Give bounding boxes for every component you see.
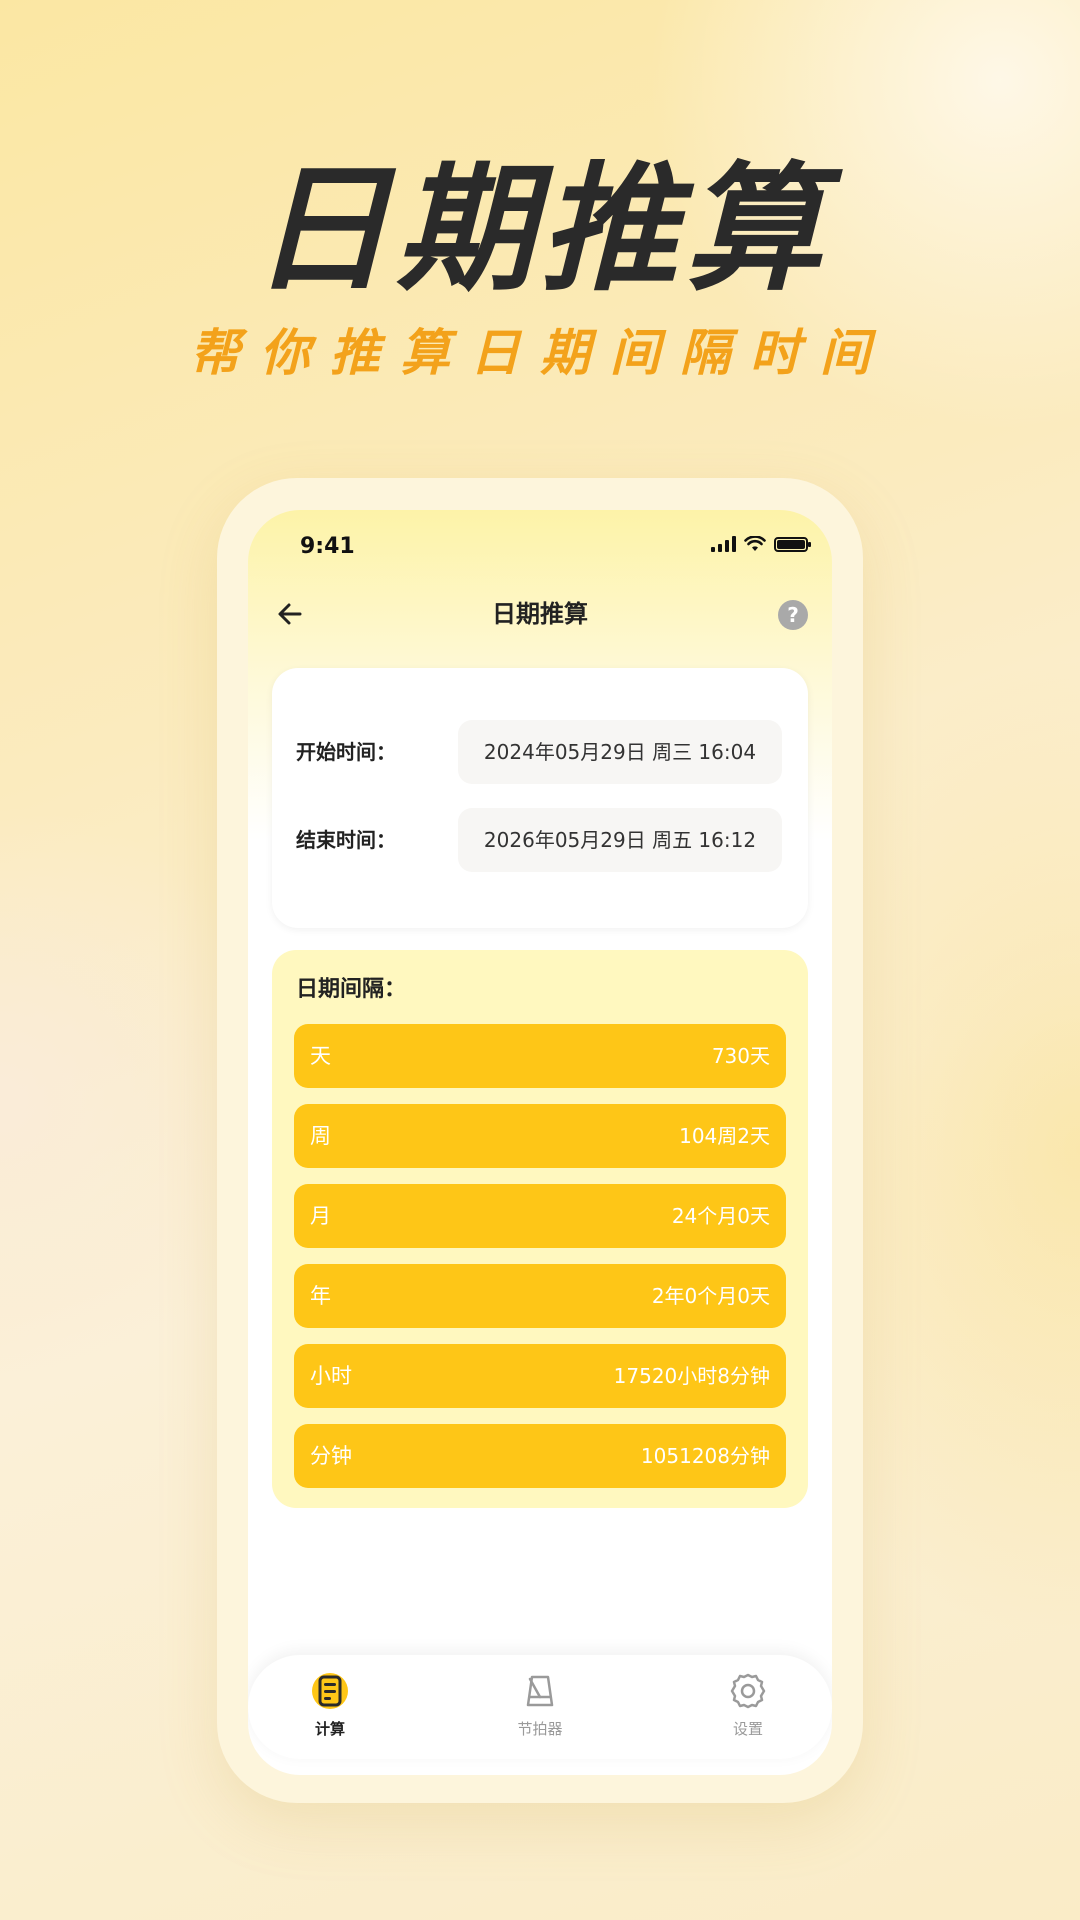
promo-headline: 日期推算 <box>251 149 828 310</box>
battery-icon <box>774 536 811 552</box>
interval-row-days: 天 730天 <box>294 1024 786 1088</box>
tab-label: 节拍器 <box>517 1720 563 1738</box>
metronome-icon <box>526 1675 554 1707</box>
promo-subline: 帮你推算日期间隔时间 <box>190 324 890 382</box>
interval-row-value: 24个月0天 <box>671 1204 770 1228</box>
interval-card: 日期间隔： 天 730天 周 104周2天 月 24个月0天 年 2年0个月0天… <box>272 950 808 1508</box>
tab-settings[interactable]: 设置 <box>688 1669 808 1739</box>
interval-row-label: 分钟 <box>310 1444 352 1468</box>
status-time: 9:41 <box>300 534 355 559</box>
interval-row-value: 730天 <box>711 1044 770 1068</box>
interval-row-months: 月 24个月0天 <box>294 1184 786 1248</box>
calculator-icon <box>312 1673 348 1709</box>
start-time-row: 开始时间： 2024年05月29日 周三 16:04 <box>272 720 808 784</box>
interval-row-weeks: 周 104周2天 <box>294 1104 786 1168</box>
interval-row-label: 小时 <box>310 1364 352 1388</box>
start-time-picker[interactable]: 2024年05月29日 周三 16:04 <box>458 720 782 784</box>
end-time-label: 结束时间： <box>296 828 396 852</box>
wifi-icon <box>744 536 766 551</box>
time-card: 开始时间： 2024年05月29日 周三 16:04 结束时间： 2026年05… <box>272 668 808 928</box>
interval-row-value: 17520小时8分钟 <box>613 1364 770 1388</box>
signal-icon <box>711 536 736 552</box>
start-time-label: 开始时间： <box>296 740 396 764</box>
help-button[interactable]: ? <box>778 600 808 630</box>
interval-row-value: 2年0个月0天 <box>651 1284 770 1308</box>
tab-bar: 计算 节拍器 设置 <box>248 1655 832 1759</box>
interval-row-value: 104周2天 <box>679 1124 770 1148</box>
interval-row-years: 年 2年0个月0天 <box>294 1264 786 1328</box>
interval-title: 日期间隔： <box>296 977 407 1002</box>
interval-row-value: 1051208分钟 <box>640 1444 770 1468</box>
tab-calculate[interactable]: 计算 <box>270 1669 390 1739</box>
interval-row-label: 周 <box>310 1124 331 1148</box>
interval-row-hours: 小时 17520小时8分钟 <box>294 1344 786 1408</box>
gear-icon <box>730 1673 766 1709</box>
tab-metronome[interactable]: 节拍器 <box>480 1669 600 1739</box>
page-title: 日期推算 <box>492 600 588 628</box>
interval-row-label: 月 <box>310 1204 331 1228</box>
end-time-row: 结束时间： 2026年05月29日 周五 16:12 <box>272 808 808 872</box>
end-time-picker[interactable]: 2026年05月29日 周五 16:12 <box>458 808 782 872</box>
tab-label: 计算 <box>314 1720 345 1738</box>
status-icons <box>711 536 811 552</box>
interval-row-minutes: 分钟 1051208分钟 <box>294 1424 786 1488</box>
phone-screen: 9:41 日期推算 ? 开始时间： 2024年05月29日 周三 16:04 结… <box>248 510 832 1775</box>
tab-label: 设置 <box>732 1720 763 1738</box>
interval-row-label: 年 <box>310 1284 331 1308</box>
interval-row-label: 天 <box>310 1044 331 1068</box>
